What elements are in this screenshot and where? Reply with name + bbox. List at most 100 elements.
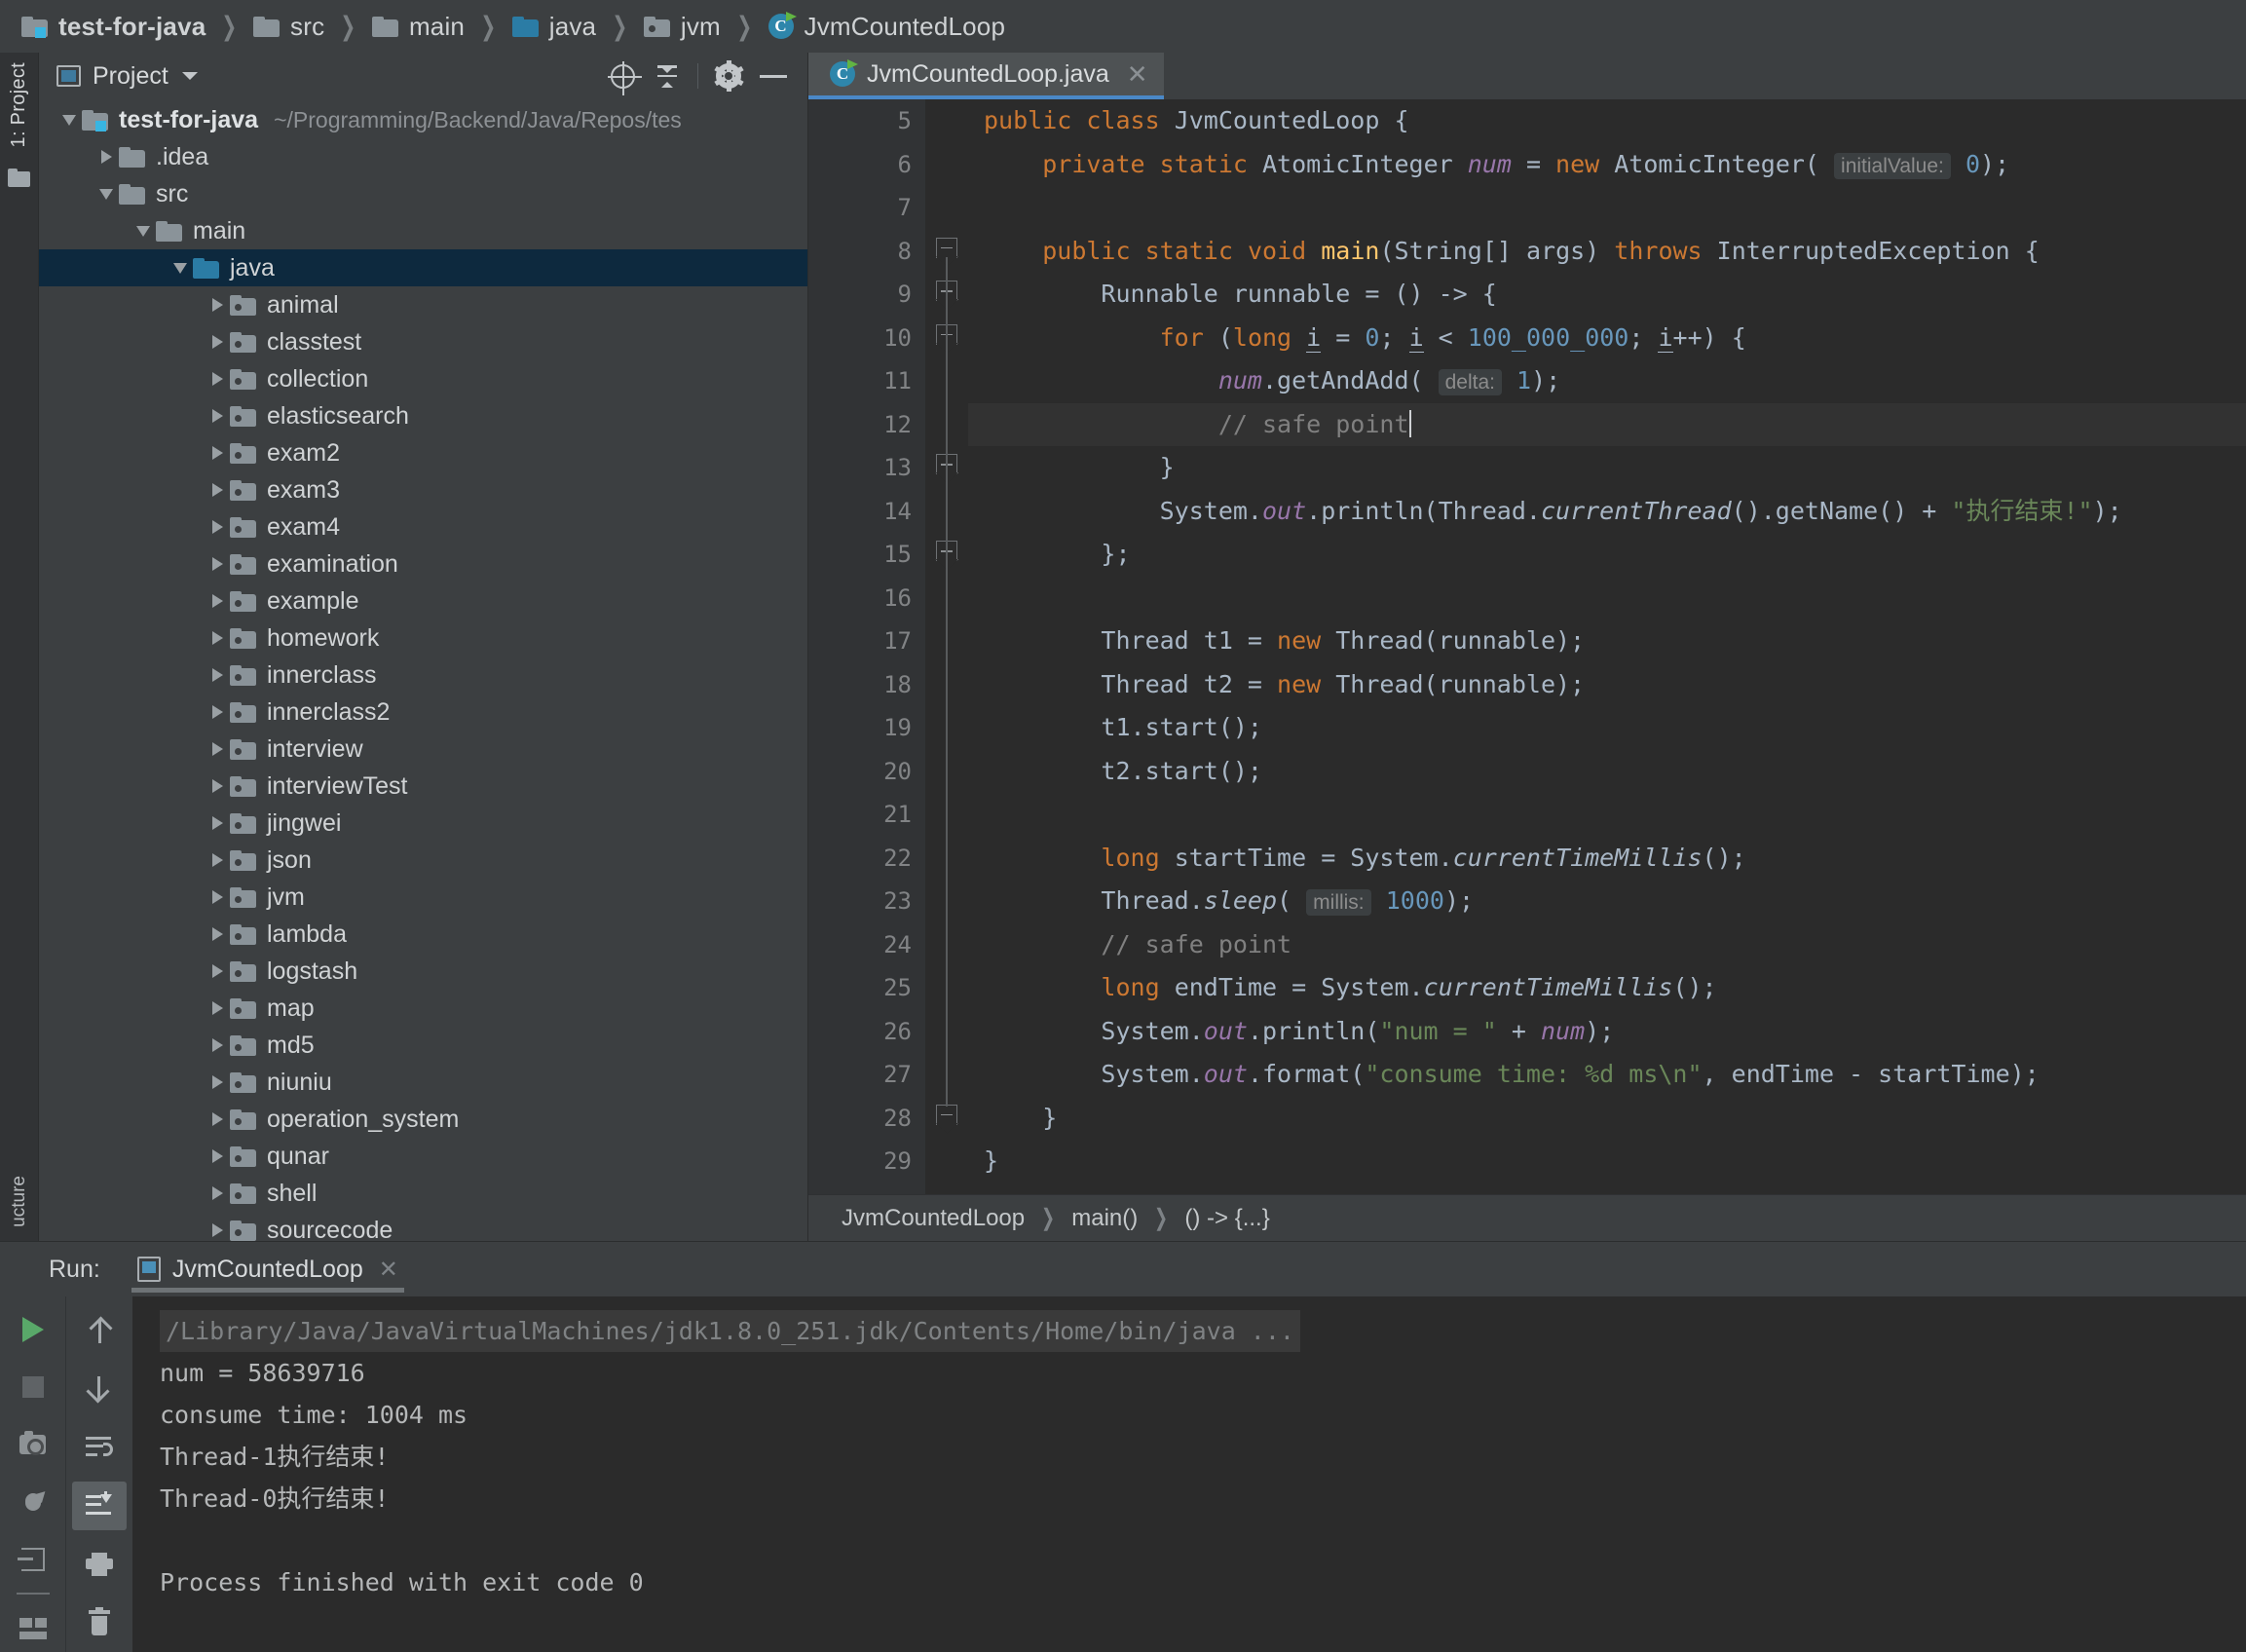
code-content[interactable]: public class JvmCountedLoop { private st… — [968, 99, 2246, 1194]
code-line[interactable]: t1.start(); — [984, 706, 2246, 750]
expand-toggle[interactable] — [205, 446, 230, 460]
tree-row[interactable]: qunar — [39, 1138, 807, 1175]
line-number[interactable]: 26 — [808, 1010, 925, 1054]
code-line[interactable]: // safe point — [968, 403, 2246, 447]
expand-toggle[interactable] — [205, 853, 230, 867]
tree-row[interactable]: interview — [39, 731, 807, 768]
expand-toggle[interactable] — [205, 483, 230, 497]
expand-toggle[interactable] — [205, 1186, 230, 1200]
fold-collapse-icon[interactable] — [936, 238, 957, 258]
scroll-up-button[interactable] — [72, 1306, 127, 1355]
expand-toggle[interactable] — [205, 631, 230, 645]
code-line[interactable] — [984, 577, 2246, 620]
collapse-all-button[interactable] — [645, 56, 690, 95]
scroll-down-button[interactable] — [72, 1365, 127, 1413]
tree-row[interactable]: map — [39, 990, 807, 1027]
expand-toggle[interactable] — [205, 1001, 230, 1015]
tree-row[interactable]: shell — [39, 1175, 807, 1212]
screenshot-button[interactable] — [6, 1421, 60, 1469]
code-line[interactable] — [984, 186, 2246, 230]
print-button[interactable] — [72, 1540, 127, 1589]
line-number[interactable]: 5 — [808, 99, 925, 143]
tree-row[interactable]: classtest — [39, 323, 807, 360]
tree-row[interactable]: logstash — [39, 953, 807, 990]
tree-row[interactable]: homework — [39, 620, 807, 657]
close-icon[interactable]: ✕ — [1127, 59, 1148, 90]
tree-row[interactable]: sourcecode — [39, 1212, 807, 1241]
tree-row[interactable]: exam2 — [39, 434, 807, 471]
code-line[interactable]: } — [984, 1140, 2246, 1183]
folder-icon[interactable] — [8, 169, 30, 187]
code-line[interactable] — [984, 1183, 2246, 1195]
line-number[interactable]: 25 — [808, 966, 925, 1010]
editor-breadcrumb-lambda[interactable]: () -> {...} — [1184, 1205, 1269, 1232]
chevron-down-icon[interactable] — [182, 72, 198, 80]
expand-toggle[interactable] — [205, 742, 230, 756]
expand-toggle[interactable] — [205, 335, 230, 349]
line-number[interactable]: 23 — [808, 880, 925, 923]
code-line[interactable]: System.out.println(Thread.currentThread(… — [984, 490, 2246, 534]
expand-toggle[interactable] — [205, 372, 230, 386]
expand-toggle[interactable] — [205, 409, 230, 423]
run-tab-jvmcountedloop[interactable]: JvmCountedLoop ✕ — [131, 1242, 404, 1296]
editor-breadcrumb-method[interactable]: main() — [1071, 1205, 1138, 1232]
line-number[interactable]: 8 — [808, 230, 925, 274]
hide-panel-button[interactable] — [751, 56, 796, 95]
breadcrumb-item-java[interactable]: java — [512, 12, 597, 42]
expand-toggle[interactable] — [205, 816, 230, 830]
settings-button[interactable] — [706, 56, 751, 95]
tree-row[interactable]: elasticsearch — [39, 397, 807, 434]
tree-row[interactable]: interviewTest — [39, 768, 807, 805]
expand-toggle[interactable] — [205, 557, 230, 571]
code-line[interactable]: long endTime = System.currentTimeMillis(… — [984, 966, 2246, 1010]
tree-row[interactable]: md5 — [39, 1027, 807, 1064]
line-number[interactable]: 18 — [808, 663, 925, 707]
expand-toggle[interactable] — [205, 298, 230, 312]
expand-toggle[interactable] — [205, 1112, 230, 1126]
line-number[interactable]: 22 — [808, 837, 925, 881]
rerun-button[interactable] — [6, 1306, 60, 1354]
expand-toggle[interactable] — [205, 927, 230, 941]
code-line[interactable] — [984, 793, 2246, 837]
tree-row[interactable]: operation_system — [39, 1101, 807, 1138]
soft-wrap-button[interactable] — [72, 1423, 127, 1472]
code-line[interactable]: // safe point — [984, 923, 2246, 967]
line-number[interactable]: 10 — [808, 317, 925, 360]
layout-button[interactable] — [6, 1604, 60, 1652]
tree-row[interactable]: main — [39, 212, 807, 249]
locate-button[interactable] — [600, 56, 645, 95]
tree-row[interactable]: java — [39, 249, 807, 286]
line-number[interactable]: 15 — [808, 533, 925, 577]
code-line[interactable]: }; — [984, 533, 2246, 577]
tree-row[interactable]: exam4 — [39, 508, 807, 545]
editor-tab-jvmcountedloop[interactable]: C JvmCountedLoop.java ✕ — [808, 53, 1164, 99]
tree-row[interactable]: collection — [39, 360, 807, 397]
code-line[interactable]: num.getAndAdd( delta: 1); — [984, 359, 2246, 403]
line-number[interactable]: 29 — [808, 1140, 925, 1183]
code-line[interactable]: private static AtomicInteger num = new A… — [984, 143, 2246, 187]
clear-all-button[interactable] — [72, 1598, 127, 1647]
code-line[interactable]: public static void main(String[] args) t… — [984, 230, 2246, 274]
expand-toggle[interactable] — [94, 150, 119, 164]
expand-toggle[interactable] — [205, 890, 230, 904]
line-number[interactable]: 30 — [808, 1183, 925, 1195]
expand-toggle[interactable] — [205, 520, 230, 534]
tree-row[interactable]: niuniu — [39, 1064, 807, 1101]
expand-toggle[interactable] — [205, 1038, 230, 1052]
expand-toggle[interactable] — [56, 115, 82, 126]
expand-toggle[interactable] — [168, 263, 193, 274]
expand-toggle[interactable] — [205, 1075, 230, 1089]
project-tree[interactable]: test-for-java ~/Programming/Backend/Java… — [39, 99, 807, 1241]
tree-row[interactable]: jvm — [39, 879, 807, 916]
debug-button[interactable] — [6, 1479, 60, 1526]
code-line[interactable]: Thread.sleep( millis: 1000); — [984, 880, 2246, 923]
code-line[interactable]: for (long i = 0; i < 100_000_000; i++) { — [984, 317, 2246, 360]
line-number[interactable]: 16 — [808, 577, 925, 620]
code-line[interactable]: t2.start(); — [984, 750, 2246, 794]
code-line[interactable]: Thread t2 = new Thread(runnable); — [984, 663, 2246, 707]
line-number[interactable]: 7 — [808, 186, 925, 230]
close-icon[interactable]: ✕ — [379, 1256, 398, 1284]
code-line[interactable]: } — [984, 1097, 2246, 1141]
tree-row[interactable]: exam3 — [39, 471, 807, 508]
editor-fold-column[interactable] — [925, 99, 968, 1194]
